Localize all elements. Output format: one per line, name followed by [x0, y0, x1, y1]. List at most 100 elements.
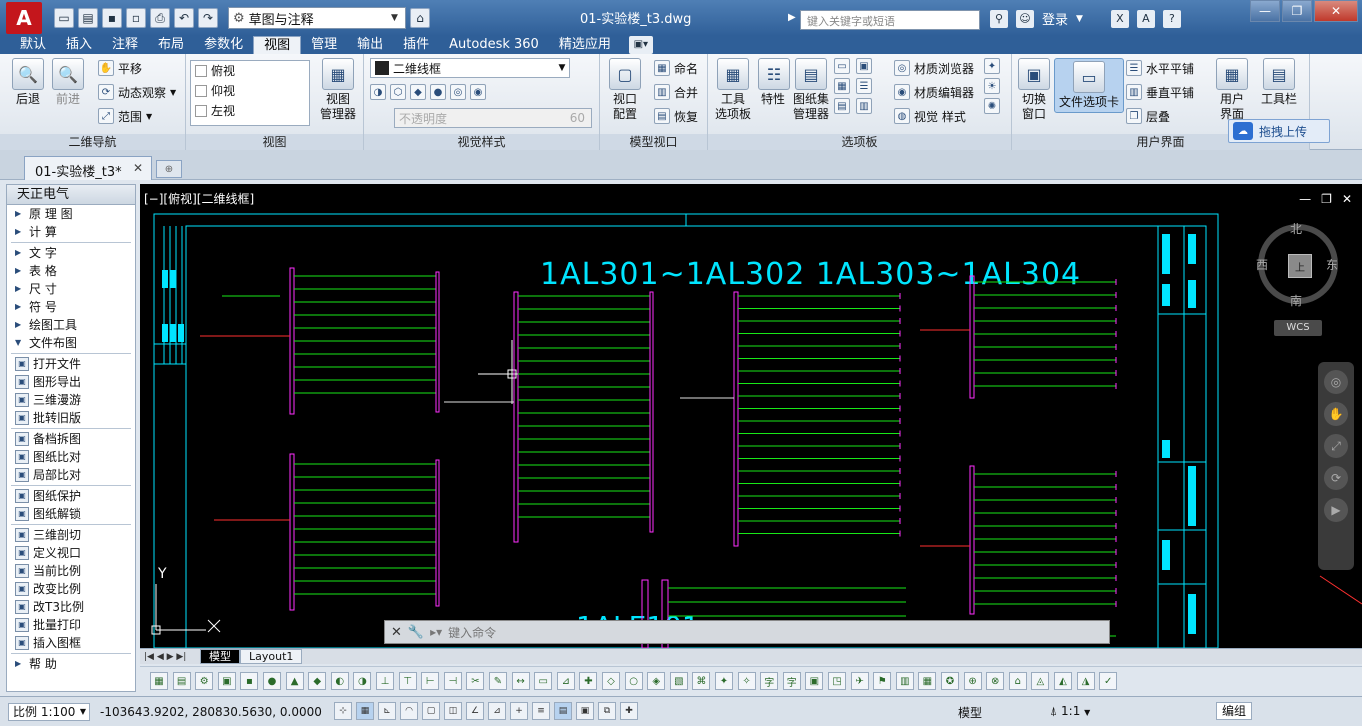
- tab-insert[interactable]: 插入: [56, 36, 102, 54]
- toolbar-tool-icon[interactable]: ⚙: [195, 672, 214, 690]
- undo-icon[interactable]: ↶: [174, 8, 194, 28]
- wcs-menu[interactable]: WCS: [1274, 320, 1322, 336]
- tab-parametric[interactable]: 参数化: [194, 36, 253, 54]
- annotation-scale[interactable]: ⍋ 1:1 ▼: [1050, 704, 1090, 719]
- panel-title[interactable]: 视觉样式: [364, 134, 599, 150]
- sheet-set-button[interactable]: ▤ 图纸集 管理器: [790, 58, 832, 122]
- tool-palettes-button[interactable]: ▦ 工具 选项板: [712, 58, 754, 122]
- view-item-bottom[interactable]: 仰视: [191, 81, 309, 101]
- toolbar-tool-icon[interactable]: ✓: [1099, 672, 1118, 690]
- login-link[interactable]: 登录: [1042, 9, 1068, 28]
- palette-item[interactable]: ▣ 改变比例: [7, 580, 135, 598]
- new-tab-button[interactable]: ⊕: [156, 160, 182, 178]
- viewcube-east[interactable]: 东: [1326, 256, 1338, 273]
- toolbar-tool-icon[interactable]: ◬: [1031, 672, 1050, 690]
- lineweight-icon[interactable]: ≡: [532, 702, 550, 720]
- minimize-button[interactable]: —: [1250, 0, 1280, 22]
- toolbar-tool-icon[interactable]: ▣: [805, 672, 824, 690]
- view-list[interactable]: 俯视 仰视 左视: [190, 60, 310, 126]
- toolbar-tool-icon[interactable]: ⊥: [376, 672, 394, 690]
- switch-windows-button[interactable]: ▣ 切换 窗口: [1016, 58, 1052, 122]
- toolbar-tool-icon[interactable]: ⌘: [692, 672, 711, 690]
- palette-item[interactable]: ▶ 表 格: [7, 262, 135, 280]
- palette-item[interactable]: ▶ 文 字: [7, 244, 135, 262]
- view-item-top[interactable]: 俯视: [191, 61, 309, 81]
- toolbar-tool-icon[interactable]: ▪: [240, 672, 259, 690]
- save-icon[interactable]: ▪: [102, 8, 122, 28]
- group-edit-button[interactable]: 编组: [1216, 702, 1252, 720]
- palette-item[interactable]: ▼ 文件布图: [7, 334, 135, 352]
- palette-item[interactable]: ▶ 尺 寸: [7, 280, 135, 298]
- exchange-icon[interactable]: X: [1110, 9, 1129, 28]
- toolbar-tool-icon[interactable]: ▥: [895, 672, 914, 690]
- close-icon[interactable]: ✕: [133, 161, 143, 175]
- view-manager-button[interactable]: ▦ 视图 管理器: [316, 58, 360, 122]
- toolbar-tool-icon[interactable]: ✎: [489, 672, 507, 690]
- toolbar-tool-icon[interactable]: ▧: [669, 672, 688, 690]
- ducs-icon[interactable]: ⊿: [488, 702, 506, 720]
- cascade-button[interactable]: ❐ 层叠: [1126, 106, 1170, 126]
- orbit-button[interactable]: ⟳ 动态观察 ▼: [98, 82, 176, 102]
- tab-default[interactable]: 默认: [10, 36, 56, 54]
- toolbar-tool-icon[interactable]: ◆: [308, 672, 327, 690]
- toolbar-tool-icon[interactable]: ⚑: [873, 672, 892, 690]
- osnap-icon[interactable]: ▢: [422, 702, 440, 720]
- viewcube-north[interactable]: 北: [1290, 220, 1302, 237]
- tab-layout[interactable]: 布局: [148, 36, 194, 54]
- restore-button[interactable]: ❐: [1282, 0, 1312, 22]
- app-menu-button[interactable]: A: [6, 2, 42, 34]
- palette-item[interactable]: ▣ 三维剖切: [7, 526, 135, 544]
- tab-featured-apps[interactable]: 精选应用: [549, 36, 621, 54]
- toolbar-tool-icon[interactable]: ⊕: [963, 672, 982, 690]
- toolbar-tool-icon[interactable]: ⊗: [986, 672, 1005, 690]
- chevron-down-icon[interactable]: ▼: [1076, 14, 1083, 24]
- tile-vertical-button[interactable]: ▥ 垂直平铺: [1126, 82, 1194, 102]
- toolbar-tool-icon[interactable]: ✚: [579, 672, 598, 690]
- forward-button[interactable]: 🔍 前进: [52, 58, 84, 107]
- grid-icon[interactable]: ▦: [356, 702, 374, 720]
- extents-button[interactable]: ⤢ 范围 ▼: [98, 106, 152, 126]
- redo-icon[interactable]: ↷: [198, 8, 218, 28]
- user-icon[interactable]: ☺: [1016, 9, 1034, 28]
- toolbar-tool-icon[interactable]: ●: [263, 672, 281, 690]
- toolbar-tool-icon[interactable]: ⊣: [443, 672, 462, 690]
- palette-item[interactable]: ▣ 图纸解锁: [7, 505, 135, 523]
- palette-item[interactable]: ▣ 图形导出: [7, 373, 135, 391]
- palette-item[interactable]: ▶ 符 号: [7, 298, 135, 316]
- toolbar-tool-icon[interactable]: ◮: [1076, 672, 1095, 690]
- join-viewports-button[interactable]: ▥ 合并: [654, 82, 698, 102]
- markup-icon[interactable]: ▤: [834, 98, 850, 114]
- tab-manage[interactable]: 管理: [301, 36, 347, 54]
- design-center-icon[interactable]: ▣: [856, 58, 872, 74]
- file-tabs-button[interactable]: ▭ 文件选项卡: [1054, 58, 1124, 113]
- shadow-icon[interactable]: ◑: [370, 84, 386, 100]
- toolbar-tool-icon[interactable]: ⊢: [421, 672, 440, 690]
- drawing-canvas[interactable]: [−][俯视][二维线框] — ❐ ✕ 1AL301~1AL302 1AL303…: [140, 184, 1362, 648]
- toolbar-tool-icon[interactable]: ▲: [285, 672, 304, 690]
- showmotion-icon[interactable]: ▶: [1324, 498, 1348, 522]
- back-button[interactable]: 🔍 后退: [12, 58, 44, 107]
- close-icon[interactable]: ✕: [391, 625, 402, 640]
- save-as-icon[interactable]: ▫: [126, 8, 146, 28]
- palette-item[interactable]: ▣ 批转旧版: [7, 409, 135, 427]
- tile-horizontal-button[interactable]: ☰ 水平平铺: [1126, 58, 1194, 78]
- toolbar-tool-icon[interactable]: ⌂: [1008, 672, 1027, 690]
- layout-nav-arrows[interactable]: |◀ ◀ ▶ ▶|: [140, 652, 200, 662]
- palette-item[interactable]: ▣ 插入图框: [7, 634, 135, 652]
- light-icon[interactable]: ✦: [984, 58, 1000, 74]
- tab-model[interactable]: 模型: [200, 649, 240, 664]
- db-icon[interactable]: ▥: [856, 98, 872, 114]
- toolbar-tool-icon[interactable]: ◈: [647, 672, 666, 690]
- polar-icon[interactable]: ◠: [400, 702, 418, 720]
- toolbar-tool-icon[interactable]: ▦: [918, 672, 937, 690]
- layer-icon[interactable]: ☰: [856, 78, 872, 94]
- toolbar-tool-icon[interactable]: ✈: [850, 672, 869, 690]
- quick-properties-icon[interactable]: ▣: [576, 702, 594, 720]
- view-item-left[interactable]: 左视: [191, 101, 309, 121]
- command-input[interactable]: 键入命令: [448, 624, 496, 641]
- palette-item[interactable]: ▣ 图纸保护: [7, 487, 135, 505]
- toolbar-tool-icon[interactable]: ⊿: [556, 672, 575, 690]
- viewcube-south[interactable]: 南: [1290, 292, 1302, 309]
- toolbar-tool-icon[interactable]: ✦: [715, 672, 733, 690]
- palette-item[interactable]: ▣ 当前比例: [7, 562, 135, 580]
